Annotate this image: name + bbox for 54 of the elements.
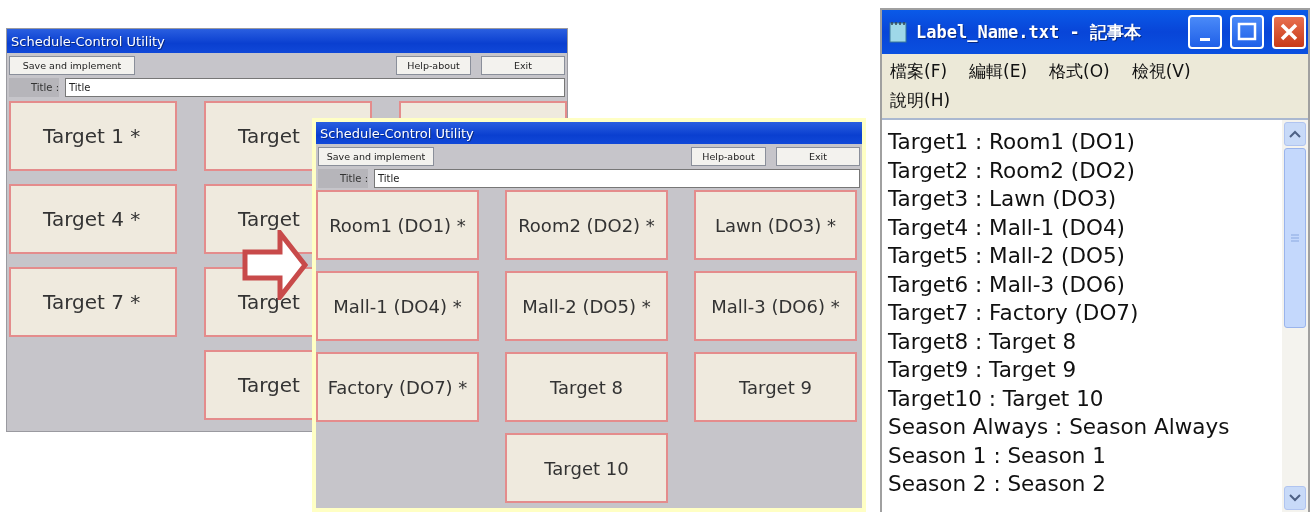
text-line: Target1 : Room1 (DO1) [888, 128, 1136, 156]
target-tile[interactable]: Target 4 * [9, 184, 177, 254]
target-tile[interactable]: Target 9 [694, 352, 857, 422]
scrollbar[interactable] [1282, 120, 1308, 512]
target-tile[interactable]: Target 1 * [9, 101, 177, 171]
menu-item[interactable]: 格式(O) [1049, 60, 1110, 83]
target-tile[interactable]: Mall-2 (DO5) * [505, 271, 668, 341]
save-button[interactable]: Save and implement [318, 147, 434, 166]
exit-button[interactable]: Exit [776, 147, 860, 166]
window-title: Label_Name.txt - 記事本 [916, 20, 1142, 44]
target-tile[interactable]: Mall-3 (DO6) * [694, 271, 857, 341]
help-button[interactable]: Help-about [691, 147, 766, 166]
scroll-down-icon[interactable] [1284, 486, 1306, 510]
title-field[interactable]: Title [374, 169, 860, 188]
exit-button[interactable]: Exit [481, 56, 565, 75]
scroll-thumb[interactable] [1284, 148, 1306, 328]
text-line: Target3 : Lawn (DO3) [888, 185, 1118, 213]
target-tile[interactable]: Lawn (DO3) * [694, 190, 857, 260]
target-tile[interactable]: Room1 (DO1) * [316, 190, 479, 260]
help-button[interactable]: Help-about [396, 56, 471, 75]
menu-item[interactable]: 說明(H) [890, 89, 951, 112]
text-line: Target8 : Target 8 [888, 327, 1078, 356]
target-tile[interactable]: Mall-1 (DO4) * [316, 271, 479, 341]
close-icon [1279, 22, 1299, 42]
menu-item[interactable]: 編輯(E) [969, 60, 1028, 83]
maximize-icon [1237, 22, 1257, 42]
text-line: Target2 : Room2 (DO2) [888, 156, 1136, 185]
text-line: Target7 : Factory (DO7) [888, 299, 1140, 327]
notepad-icon [888, 20, 908, 44]
text-line: Target9 : Target 9 [888, 356, 1078, 384]
title-field[interactable]: Title [65, 78, 565, 97]
text-line: Season 1 : Season 1 [888, 441, 1107, 470]
minimize-button[interactable] [1188, 15, 1222, 49]
minimize-icon [1200, 37, 1210, 41]
text-line: Target6 : Mall-3 (DO6) [888, 270, 1126, 299]
title-label: Title : [318, 169, 368, 188]
menu-item[interactable]: 檔案(F) [890, 60, 948, 83]
target-tile[interactable]: Room2 (DO2) * [505, 190, 668, 260]
save-button[interactable]: Save and implement [9, 56, 135, 75]
text-line: Target10 : Target 10 [888, 384, 1105, 413]
menu-item[interactable]: 檢視(V) [1131, 60, 1191, 83]
target-tile[interactable]: Target 7 * [9, 267, 177, 337]
text-line: Season Always : Season Always [888, 413, 1231, 441]
scroll-up-icon[interactable] [1284, 122, 1306, 146]
target-tile[interactable]: Factory (DO7) * [316, 352, 479, 422]
target-tile[interactable]: Target 10 [505, 433, 668, 503]
text-line: Target5 : Mall-2 (DO5) [888, 242, 1126, 270]
maximize-button[interactable] [1230, 15, 1264, 49]
text-line: Season 2 : Season 2 [888, 470, 1107, 498]
close-button[interactable] [1272, 15, 1306, 49]
text-line: Target4 : Mall-1 (DO4) [888, 213, 1126, 242]
title-label: Title : [9, 78, 59, 97]
target-tile[interactable]: Target 8 [505, 352, 668, 422]
window-title: Schedule-Control Utility [11, 33, 165, 49]
